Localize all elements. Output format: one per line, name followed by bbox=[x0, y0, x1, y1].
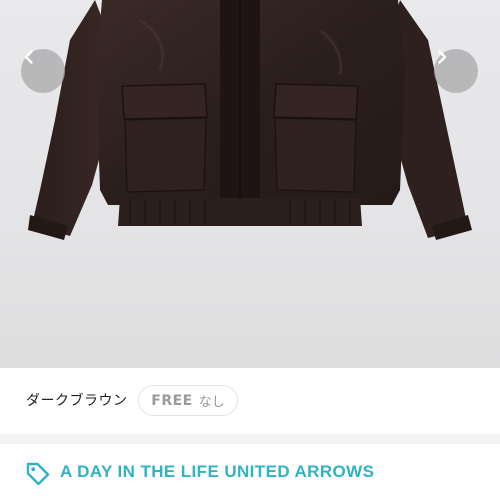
leather-jacket-photo bbox=[28, 0, 472, 240]
size-label: FREE bbox=[151, 392, 193, 409]
variant-row: ダークブラウン FREE なし bbox=[0, 368, 500, 434]
tag-icon bbox=[25, 461, 51, 489]
stock-status: なし bbox=[198, 395, 225, 410]
size-option-chip[interactable]: FREE なし bbox=[138, 385, 238, 416]
brand-link[interactable]: A DAY IN THE LIFE UNITED ARROWS bbox=[60, 462, 374, 482]
section-divider bbox=[0, 434, 500, 444]
brand-row[interactable]: A DAY IN THE LIFE UNITED ARROWS bbox=[0, 444, 500, 500]
carousel-prev-button[interactable] bbox=[21, 49, 65, 93]
carousel-next-button[interactable] bbox=[434, 49, 478, 93]
color-name: ダークブラウン bbox=[26, 393, 128, 409]
product-image[interactable] bbox=[0, 0, 500, 368]
